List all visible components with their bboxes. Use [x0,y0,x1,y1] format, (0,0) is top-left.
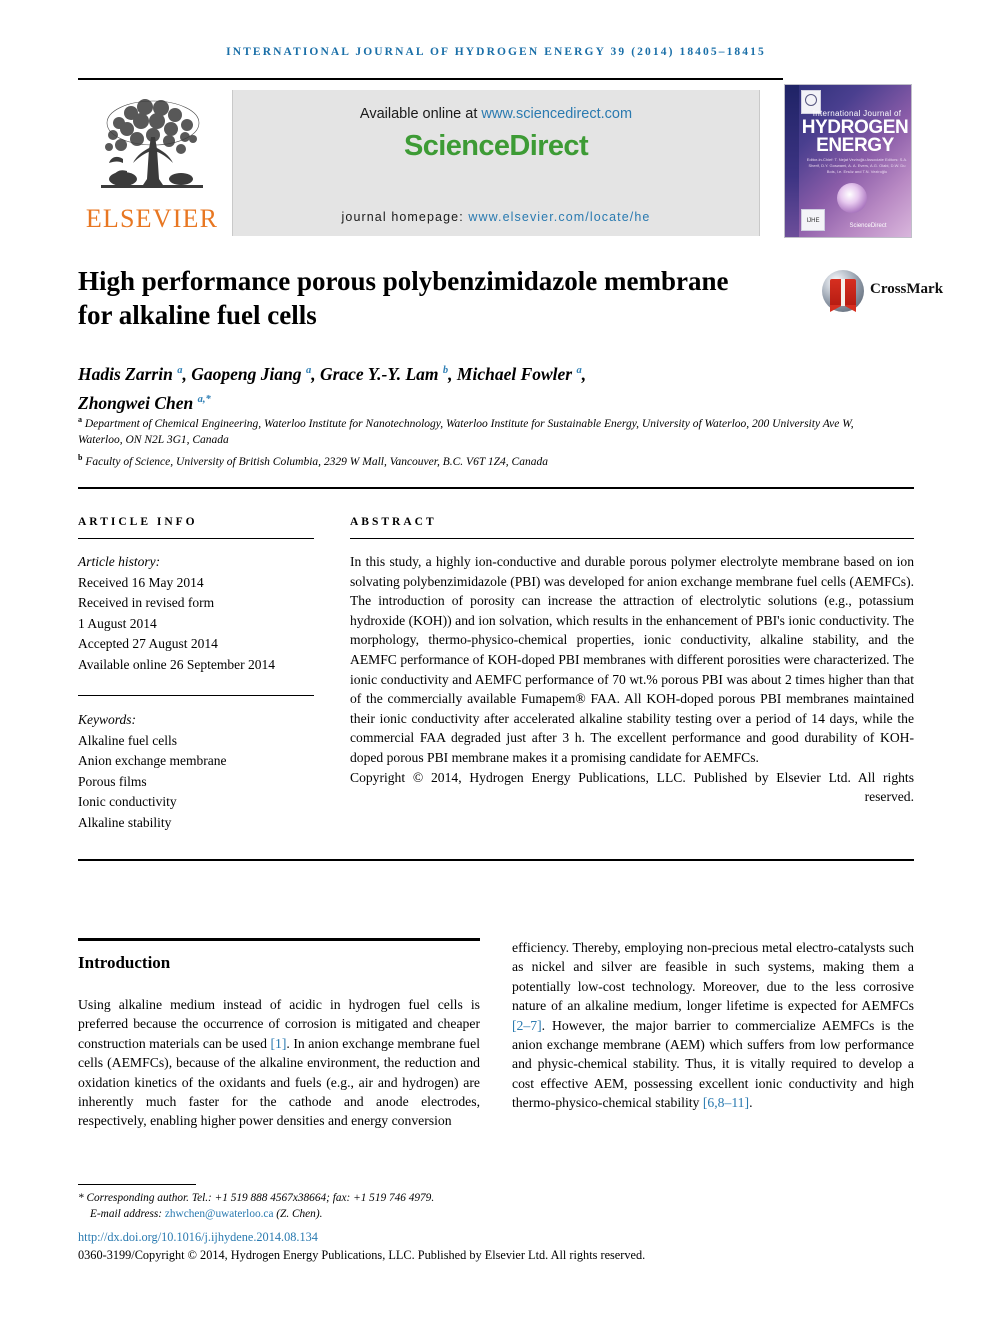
email-label: E-mail address: [90,1208,165,1220]
article-info-heading: ARTICLE INFO [78,516,198,528]
journal-cover-thumbnail: International Journal of HYDROGEN ENERGY… [784,84,912,238]
article-history-label: Article history: [78,554,161,569]
keywords-rule [78,695,314,696]
abstract-text: In this study, a highly ion-conductive a… [350,554,914,765]
abstract-copyright: Copyright © 2014, Hydrogen Energy Public… [350,769,914,805]
crossmark-icon [822,270,864,312]
reference-link-1[interactable]: [1] [270,1036,286,1051]
page-title: High performance porous polybenzimidazol… [78,266,729,330]
cover-editors: Editor-in-Chief: T. Nejat Veziroğlu Asso… [806,157,908,174]
footnote-rule [78,1184,196,1185]
history-item: 1 August 2014 [78,615,157,631]
cover-spine [785,85,799,237]
cover-badge: IJHE [801,209,825,231]
history-item: Received 16 May 2014 [78,574,204,590]
abstract-rule [350,538,914,539]
history-item: Available online 26 September 2014 [78,656,275,672]
affiliation-marker-b: b [78,452,83,462]
top-rule [78,78,783,80]
affiliation-marker-a: a [78,415,82,424]
history-item: Accepted 27 August 2014 [78,636,218,651]
journal-homepage-text: journal homepage: www.elsevier.com/locat… [233,210,759,224]
elsevier-logo: ELSEVIER [78,86,226,236]
article-info-rule [78,538,314,539]
crossmark-label: CrossMark [870,281,944,297]
author-marker: b [442,365,449,376]
author-marker: a [576,365,582,376]
sciencedirect-logo: ScienceDirect [403,130,589,162]
introduction-rule [78,938,480,941]
affiliation-b-text: Faculty of Science, University of Britis… [85,455,548,468]
running-head: International Journal of Hydrogen Energy… [226,46,766,58]
affiliations: a Department of Chemical Engineering, Wa… [78,412,868,470]
article-history: Article history: Received 16 May 2014 Re… [78,552,314,675]
author-list: Hadis Zarrin a, Gaopeng Jiang a, Grace Y… [78,358,778,416]
email-suffix: (Z. Chen). [273,1208,323,1220]
author-line-1: Hadis Zarrin a, Gaopeng Jiang a, Grace Y… [78,363,587,384]
history-item: Received in revised form [78,595,215,610]
crossmark-badge[interactable]: CrossMark [822,268,943,314]
keyword-item: Alkaline stability [78,814,172,830]
affiliation-a-text: Department of Chemical Engineering, Wate… [78,417,854,447]
abstract-section: ABSTRACT In this study, a highly ion-con… [350,516,914,807]
keywords-list: Keywords: Alkaline fuel cells Anion exch… [78,710,314,833]
crossmark-book-icon [830,279,856,312]
reference-link-2[interactable]: [2–7] [512,1018,542,1033]
elsevier-wordmark: ELSEVIER [85,204,219,233]
affiliation-a: a Department of Chemical Engineering, Wa… [78,412,868,449]
corresponding-author-marker: a,* [197,393,211,405]
affiliation-b: b Faculty of Science, University of Brit… [78,450,868,470]
introduction-paragraph-right: efficiency. Thereby, employing non-preci… [512,940,914,1111]
author-marker: a [177,365,183,376]
abstract-top-rule [78,487,914,489]
available-online-text: Available online at www.sciencedirect.co… [233,106,759,122]
doi-link[interactable]: http://dx.doi.org/10.1016/j.ijhydene.201… [78,1230,318,1245]
keyword-item: Ionic conductivity [78,794,177,809]
elsevier-tree-icon [101,99,203,188]
available-prefix: Available online at [359,106,482,122]
keyword-item: Anion exchange membrane [78,753,227,768]
article-info-section: ARTICLE INFO Article history: Received 1… [78,516,314,833]
abstract-heading: ABSTRACT [350,516,437,528]
introduction-paragraph-left: Using alkaline medium instead of acidic … [78,997,480,1129]
keyword-item: Alkaline fuel cells [78,732,177,748]
corresponding-author-note: * Corresponding author. Tel.: +1 519 888… [78,1192,435,1204]
footnote-block: * Corresponding author. Tel.: +1 519 888… [78,1190,778,1222]
introduction-heading: Introduction [78,953,171,972]
cover-orb-graphic [837,183,867,213]
email-link[interactable]: zhwchen@uwaterloo.ca [165,1208,274,1220]
cover-sciencedirect-mark: ScienceDirect [849,223,887,229]
reference-link-3[interactable]: [6,8–11] [703,1095,749,1110]
sciencedirect-url-link[interactable]: www.sciencedirect.com [481,106,632,122]
introduction-left-column: Introduction Using alkaline medium inste… [78,938,480,1131]
paper-page: International Journal of Hydrogen Energy… [0,0,992,1323]
abstract-bottom-rule [78,859,914,861]
author-marker: a [305,365,312,376]
journal-header-band: ELSEVIER Available online at www.science… [78,84,914,238]
sciencedirect-panel: Available online at www.sciencedirect.co… [232,90,760,236]
keywords-label: Keywords: [78,712,136,727]
cover-title-line2: ENERGY [816,135,894,156]
issn-copyright: 0360-3199/Copyright © 2014, Hydrogen Ene… [78,1248,646,1262]
email-note: E-mail address: zhwchen@uwaterloo.ca (Z.… [78,1206,778,1222]
journal-homepage-link[interactable]: www.elsevier.com/locate/he [468,210,650,224]
introduction-right-column: efficiency. Thereby, employing non-preci… [512,938,914,1113]
keyword-item: Porous films [78,773,147,789]
homepage-prefix: journal homepage: [341,210,469,224]
